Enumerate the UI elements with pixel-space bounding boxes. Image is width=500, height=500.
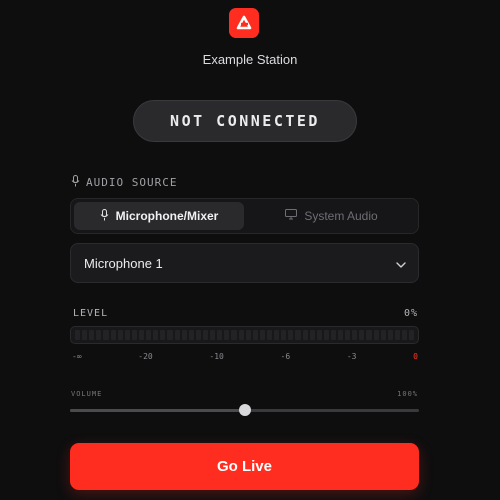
volume-header: VOLUME 100% bbox=[71, 390, 418, 398]
connection-status-badge: NOT CONNECTED bbox=[133, 100, 357, 142]
go-live-button[interactable]: Go Live bbox=[70, 443, 419, 490]
level-meter-segment bbox=[224, 330, 230, 340]
level-meter-segment bbox=[167, 330, 173, 340]
level-scale-tick: -∞ bbox=[72, 352, 82, 361]
level-meter-segment bbox=[274, 330, 280, 340]
level-meter-segment bbox=[359, 330, 365, 340]
level-value: 0% bbox=[403, 308, 418, 319]
level-scale-tick: -3 bbox=[346, 352, 357, 361]
level-meter-segment bbox=[103, 330, 109, 340]
level-meter-segment bbox=[245, 330, 251, 340]
level-meter-segment bbox=[281, 330, 287, 340]
level-meter-segment bbox=[75, 330, 81, 340]
level-meter-segment bbox=[259, 330, 265, 340]
level-meter-segment bbox=[316, 330, 322, 340]
level-meter-segment bbox=[138, 330, 145, 340]
level-meter-segment bbox=[302, 330, 308, 340]
level-meter-segment bbox=[110, 330, 116, 340]
level-meter-segment bbox=[366, 330, 372, 340]
level-meter-segment bbox=[380, 330, 386, 340]
level-meter-segment bbox=[96, 330, 102, 340]
station-name: Example Station bbox=[202, 52, 298, 67]
chevron-down-icon bbox=[396, 256, 406, 271]
level-meter-segment bbox=[266, 330, 273, 340]
level-meter-segment bbox=[231, 330, 237, 340]
level-meter-segment bbox=[330, 330, 337, 340]
level-meter-segment bbox=[124, 330, 130, 340]
volume-value: 100% bbox=[397, 390, 418, 398]
level-scale-tick: 0 bbox=[413, 352, 418, 361]
audio-device-select[interactable]: Microphone 1 bbox=[70, 243, 419, 283]
level-meter-segment bbox=[146, 330, 152, 340]
level-scale: -∞ -20 -10 -6 -3 0 bbox=[72, 352, 418, 361]
volume-slider-thumb[interactable] bbox=[238, 404, 251, 416]
level-meter-segment bbox=[402, 330, 408, 340]
volume-slider[interactable] bbox=[70, 404, 419, 416]
level-meter-segment bbox=[409, 330, 415, 340]
level-meter-segment bbox=[181, 330, 187, 340]
audio-device-value: Microphone 1 bbox=[84, 255, 163, 271]
level-scale-tick: -6 bbox=[280, 352, 291, 361]
microphone-mixer-option[interactable]: Microphone/Mixer bbox=[74, 202, 244, 230]
level-meter-segment bbox=[373, 330, 379, 340]
level-meter bbox=[70, 326, 419, 344]
level-scale-tick: -10 bbox=[209, 352, 224, 361]
level-meter-segment bbox=[394, 330, 401, 340]
level-meter-segment bbox=[338, 330, 344, 340]
system-audio-label: System Audio bbox=[304, 209, 378, 223]
brand-logo-icon bbox=[229, 8, 259, 38]
audio-source-header: AUDIO SOURCE bbox=[71, 175, 177, 190]
microphone-mixer-label: Microphone/Mixer bbox=[115, 209, 219, 223]
audio-source-label: AUDIO SOURCE bbox=[86, 176, 178, 189]
level-meter-segment bbox=[131, 330, 137, 340]
level-meter-segment bbox=[252, 330, 258, 340]
level-meter-segment bbox=[295, 330, 301, 340]
audio-source-toggle: Microphone/Mixer System Audio bbox=[70, 198, 419, 234]
level-meter-segment bbox=[174, 330, 180, 340]
volume-label: VOLUME bbox=[71, 390, 103, 398]
level-meter-segment bbox=[309, 330, 315, 340]
level-meter-segment bbox=[323, 330, 329, 340]
system-audio-option[interactable]: System Audio bbox=[248, 202, 415, 230]
level-meter-segment bbox=[188, 330, 194, 340]
level-meter-segment bbox=[153, 330, 159, 340]
level-meter-segment bbox=[345, 330, 351, 340]
level-meter-segment bbox=[202, 330, 209, 340]
level-meter-segment bbox=[238, 330, 244, 340]
level-meter-segment bbox=[89, 330, 95, 340]
level-meter-segment bbox=[210, 330, 216, 340]
level-meter-segment bbox=[288, 330, 294, 340]
level-meter-segment bbox=[82, 330, 88, 340]
connection-status-text: NOT CONNECTED bbox=[170, 112, 320, 130]
level-scale-tick: -20 bbox=[138, 352, 153, 361]
level-meter-segment bbox=[117, 330, 123, 340]
level-meter-segment bbox=[352, 330, 358, 340]
volume-slider-fill bbox=[70, 409, 245, 412]
microphone-icon bbox=[100, 208, 109, 224]
level-label: LEVEL bbox=[73, 308, 109, 319]
level-meter-segment bbox=[160, 330, 166, 340]
level-header: LEVEL 0% bbox=[73, 308, 418, 319]
monitor-icon bbox=[285, 209, 298, 223]
level-meter-segment bbox=[387, 330, 393, 340]
microphone-icon bbox=[71, 175, 80, 190]
level-meter-segment bbox=[195, 330, 201, 340]
level-meter-segment bbox=[217, 330, 223, 340]
